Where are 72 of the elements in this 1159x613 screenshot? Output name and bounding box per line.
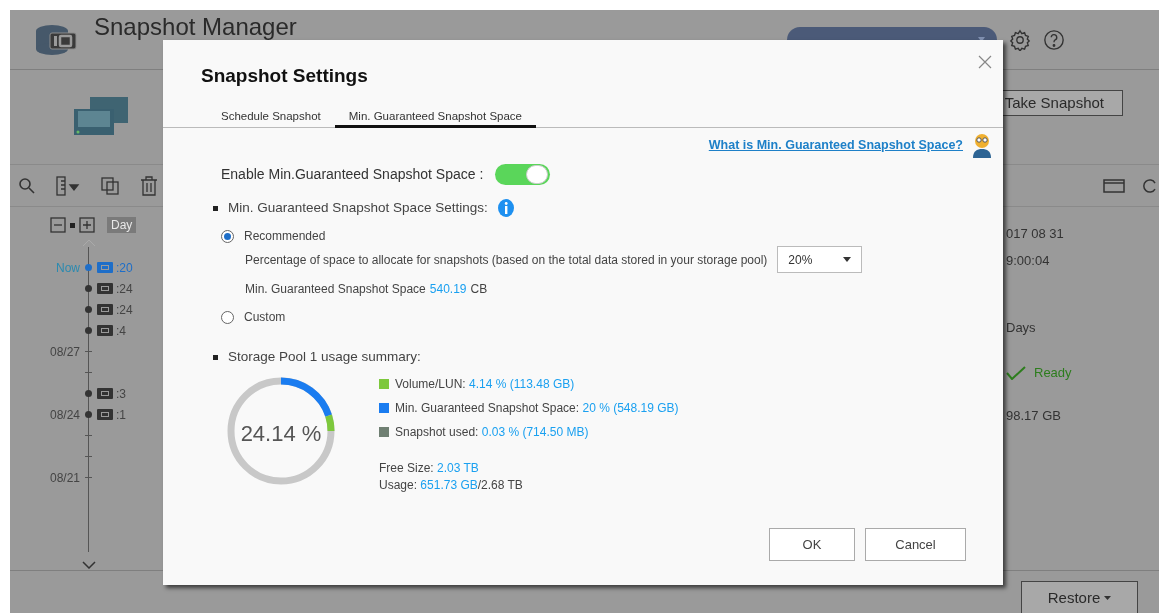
timeline-date: 08/27 — [49, 343, 80, 361]
snapshot-time[interactable]: :1 — [116, 405, 126, 424]
caret-icon — [1104, 596, 1112, 600]
search-icon[interactable] — [18, 176, 36, 195]
snapshot-icon[interactable] — [97, 325, 113, 336]
legend-text: Min. Guaranteed Snapshot Space: 20 % (548.19 GB) — [395, 400, 679, 417]
app-title: Snapshot Manager — [94, 13, 297, 40]
timeline-date: 08/21 — [49, 469, 80, 487]
detail-text: 9:00:04 — [1006, 251, 1050, 270]
legend-text: Volume/LUN: 4.14 % (113.48 GB) — [395, 376, 575, 393]
info-icon[interactable] — [497, 199, 514, 218]
detail-text: Days — [1006, 318, 1036, 337]
dialog-tab[interactable]: Schedule Snapshot — [207, 108, 335, 128]
legend-text: Snapshot used: 0.03 % (714.50 MB) — [395, 424, 589, 441]
detail-text: 98.17 GB — [1006, 406, 1061, 425]
refresh-icon[interactable] — [1143, 176, 1157, 195]
zoom-level-label: Day — [107, 217, 137, 233]
help-link[interactable]: What is Min. Guaranteed Snapshot Space? — [708, 135, 963, 155]
percentage-label: Percentage of space to allocate for snapshots (based on the total data stored in your storage pool) — [245, 251, 768, 269]
tick-mark — [85, 372, 92, 373]
snapshot-icon[interactable] — [97, 409, 113, 420]
usage-text: Usage: 651.73 GB/2.68 TB — [379, 477, 523, 494]
zoom-slider-handle[interactable] — [70, 222, 75, 228]
zoom-out-icon[interactable] — [50, 217, 66, 233]
zoom-in-icon[interactable] — [79, 217, 95, 233]
percentage-dropdown[interactable]: 20% — [777, 246, 863, 273]
space-unit: CB — [470, 281, 488, 298]
space-label: Min. Guaranteed Snapshot Space — [245, 281, 426, 298]
dialog-title: Snapshot Settings — [201, 64, 368, 88]
enable-toggle[interactable] — [495, 164, 551, 185]
timeline-date: 08/24 — [49, 406, 80, 424]
bullet-icon — [213, 354, 218, 360]
option-label: Recommended — [244, 228, 326, 245]
tick-mark — [85, 477, 92, 478]
timeline-date: Now — [56, 259, 80, 277]
snapshot-time[interactable]: :24 — [116, 279, 133, 298]
radio-button[interactable] — [221, 229, 234, 243]
snapshot-time[interactable]: :24 — [116, 300, 133, 319]
check-icon — [1006, 365, 1026, 380]
app-logo-icon — [34, 22, 78, 57]
dialog-tab[interactable]: Min. Guaranteed Snapshot Space — [334, 108, 536, 128]
space-value: 540.19 — [429, 281, 467, 298]
snapshot-icon[interactable] — [97, 283, 113, 294]
dialog-button[interactable]: OK — [769, 528, 855, 561]
caret-icon — [843, 257, 852, 262]
enable-label: Enable Min.Guaranteed Snapshot Space : — [221, 165, 484, 184]
free-size-text: Free Size: 2.03 TB — [379, 460, 480, 477]
restore-button[interactable]: Restore — [1021, 581, 1138, 613]
tick-mark — [85, 351, 92, 352]
snapshot-icon[interactable] — [97, 388, 113, 399]
usage-percentage: 24.14 % — [239, 420, 323, 448]
dialog-button[interactable]: Cancel — [865, 528, 966, 561]
bullet-icon — [213, 205, 218, 211]
status-text: Ready — [1034, 363, 1072, 382]
section-heading: Min. Guaranteed Snapshot Space Settings: — [228, 199, 488, 217]
tick-mark — [85, 456, 92, 457]
snapshot-time[interactable]: :3 — [116, 384, 126, 403]
ruler-dropdown-icon[interactable] — [56, 175, 80, 196]
scroll-down-icon[interactable] — [82, 561, 96, 569]
option-label: Custom — [244, 309, 286, 326]
detail-text: 017 08 31 — [1006, 224, 1064, 243]
copy-icon[interactable] — [100, 175, 120, 196]
window-icon[interactable] — [1103, 178, 1125, 193]
trash-icon[interactable] — [140, 175, 158, 196]
radio-button[interactable] — [221, 310, 234, 324]
section-heading: Storage Pool 1 usage summary: — [228, 348, 421, 366]
settings-icon[interactable] — [1009, 28, 1031, 51]
help-icon[interactable] — [1043, 28, 1065, 51]
snapshot-time[interactable]: :4 — [116, 321, 126, 340]
close-button[interactable] — [977, 54, 993, 70]
snapshot-icon[interactable] — [97, 304, 113, 315]
tick-mark — [85, 435, 92, 436]
